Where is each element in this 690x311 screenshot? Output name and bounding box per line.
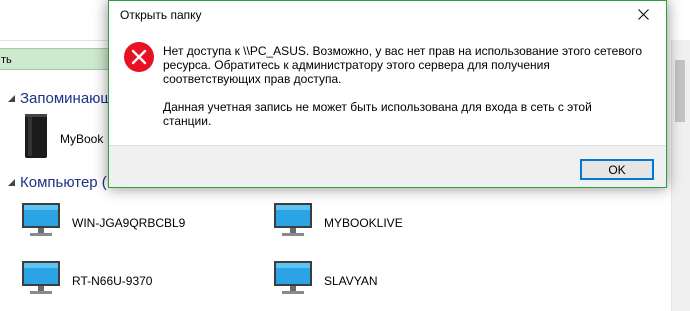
network-item-mybook[interactable]: MyBook [22, 112, 103, 165]
external-drive-icon [22, 112, 50, 165]
network-item-label: SLAVYAN [324, 273, 378, 288]
dialog-message: Нет доступа к \\PC_ASUS. Возможно, у вас… [163, 44, 643, 128]
network-item-win[interactable]: WIN-JGA9QRBCBL9 [20, 200, 185, 245]
network-item-label: WIN-JGA9QRBCBL9 [72, 215, 186, 230]
computer-monitor-icon [20, 200, 62, 245]
network-item-label: RT-N66U-9370 [72, 273, 153, 288]
chevron-down-icon[interactable] [6, 93, 16, 103]
computer-monitor-icon [272, 200, 314, 245]
ok-button[interactable]: OK [580, 159, 654, 180]
dialog-body: Нет доступа к \\PC_ASUS. Возможно, у вас… [109, 30, 666, 145]
group-header-computers[interactable]: Компьютер ( [0, 170, 107, 194]
group-label-remembered: Запоминающ [20, 89, 113, 107]
dialog-title: Открыть папку [120, 8, 202, 22]
dialog-titlebar[interactable]: Открыть папку [109, 1, 666, 30]
network-item-slavyan[interactable]: SLAVYAN [272, 258, 378, 303]
network-item-mybooklive[interactable]: MYBOOKLIVE [272, 200, 403, 245]
computer-monitor-icon [272, 258, 314, 303]
close-icon[interactable] [637, 7, 649, 25]
chevron-down-icon[interactable] [6, 177, 16, 187]
group-label-computers: Компьютер ( [20, 173, 107, 191]
dialog-footer: OK [109, 145, 666, 187]
network-item-label: MyBook [60, 131, 104, 146]
error-dialog: Открыть папку Нет доступа к \\PC_ASUS. В… [108, 0, 667, 188]
network-item-label: MYBOOKLIVE [324, 215, 403, 230]
computer-monitor-icon [20, 258, 62, 303]
dialog-message-line-1: Нет доступа к \\PC_ASUS. Возможно, у вас… [163, 44, 643, 86]
scrollbar-thumb[interactable] [675, 60, 685, 122]
group-header-remembered[interactable]: Запоминающ [0, 86, 113, 110]
dialog-message-line-2: Данная учетная запись не может быть испо… [163, 100, 592, 128]
error-icon [123, 41, 155, 73]
address-bar[interactable]: ть [0, 48, 118, 70]
address-text: ть [1, 54, 12, 66]
network-item-rt[interactable]: RT-N66U-9370 [20, 258, 152, 303]
close-button[interactable] [620, 1, 666, 30]
